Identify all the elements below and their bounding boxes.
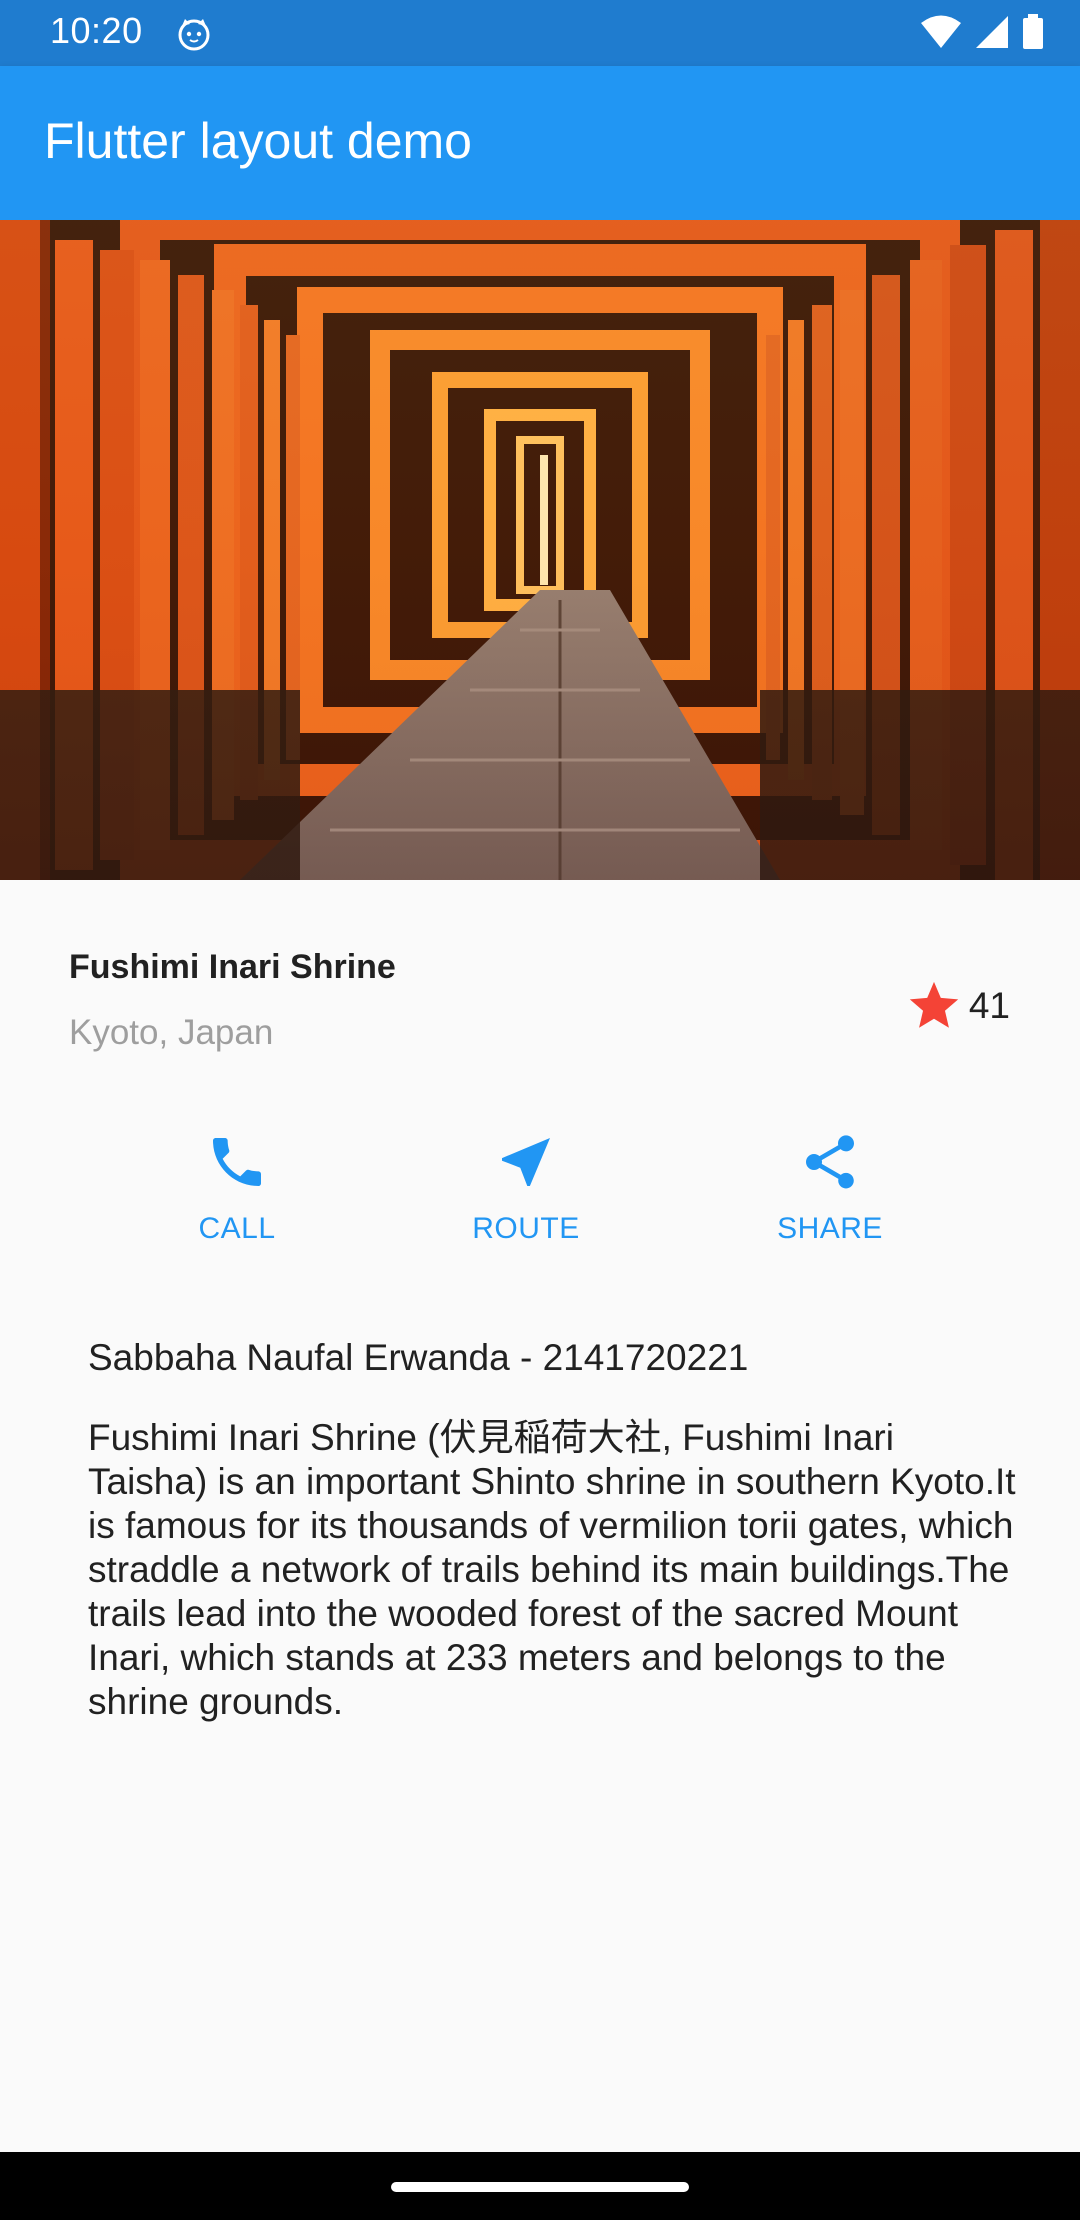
share-icon bbox=[806, 1135, 854, 1189]
place-name: Fushimi Inari Shrine bbox=[69, 948, 396, 986]
navigation-bar bbox=[0, 2152, 1080, 2220]
rating: 41 bbox=[905, 977, 1010, 1035]
button-row: CALL ROUTE SHARE bbox=[0, 1120, 1080, 1260]
description: Fushimi Inari Shrine (伏見稲荷大社, Fushimi In… bbox=[88, 1417, 1016, 1722]
call-button[interactable]: CALL bbox=[137, 1130, 337, 1260]
phone-icon bbox=[213, 1138, 261, 1186]
text-section: Sabbaha Naufal Erwanda - 2141720221 Fush… bbox=[88, 1336, 1018, 1724]
app-bar: Flutter layout demo bbox=[0, 66, 1080, 220]
app-title: Flutter layout demo bbox=[44, 113, 472, 169]
share-label: SHARE bbox=[777, 1212, 883, 1245]
rating-count: 41 bbox=[968, 985, 1010, 1026]
cat-face-icon bbox=[178, 19, 210, 51]
call-label: CALL bbox=[198, 1212, 276, 1245]
route-label: ROUTE bbox=[472, 1212, 580, 1245]
status-time: 10:20 bbox=[50, 10, 143, 51]
home-indicator[interactable] bbox=[391, 2182, 689, 2192]
hero-image bbox=[0, 220, 1080, 880]
torii-gates-tunnel-photo bbox=[0, 220, 1080, 880]
title-section: Fushimi Inari Shrine Kyoto, Japan 41 bbox=[0, 880, 1080, 1110]
status-bar: 10:20 bbox=[0, 0, 1080, 66]
student-info: Sabbaha Naufal Erwanda - 2141720221 bbox=[88, 1337, 749, 1378]
star-icon bbox=[909, 981, 959, 1028]
place-location: Kyoto, Japan bbox=[69, 1013, 274, 1052]
wifi-icon bbox=[921, 15, 961, 48]
share-button[interactable]: SHARE bbox=[730, 1130, 930, 1260]
battery-icon bbox=[1023, 14, 1043, 49]
navigation-icon bbox=[502, 1138, 550, 1186]
status-icons bbox=[920, 14, 1044, 50]
route-button[interactable]: ROUTE bbox=[426, 1130, 626, 1260]
signal-icon bbox=[976, 16, 1008, 48]
